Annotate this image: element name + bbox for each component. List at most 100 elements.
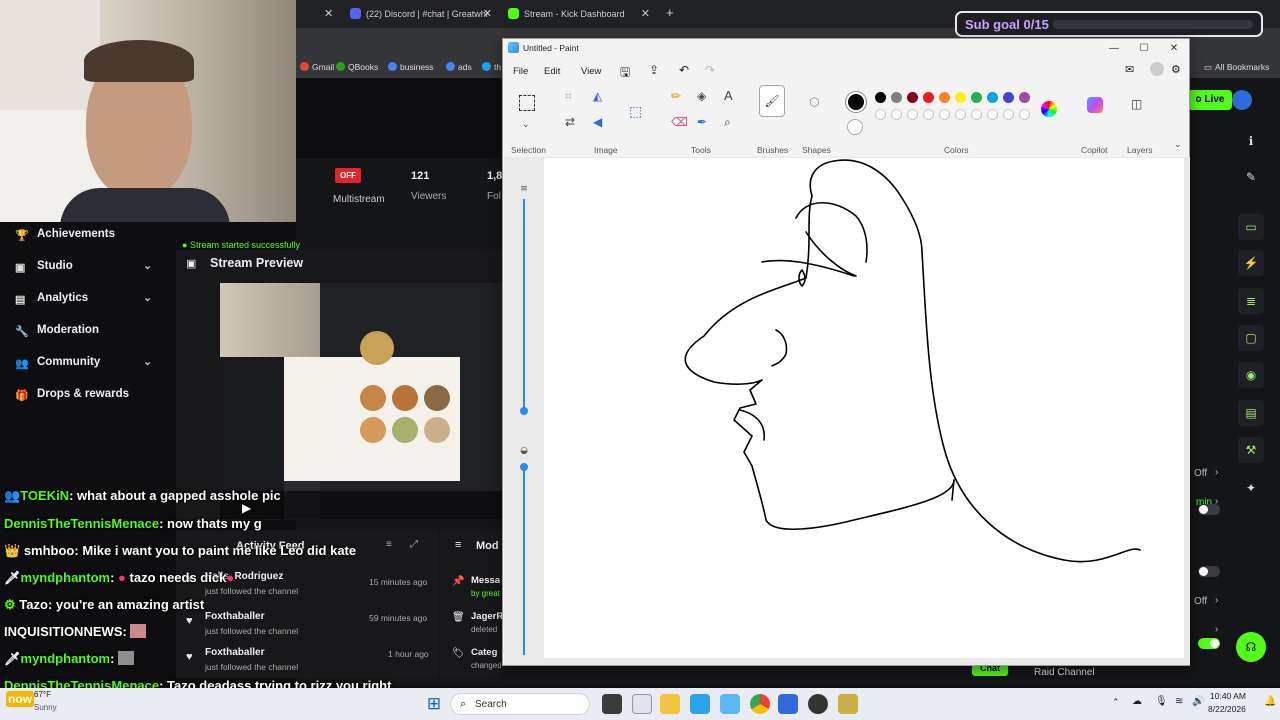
clock-date[interactable]: 8/22/2026 xyxy=(1208,704,1246,714)
wrench-icon[interactable]: ⚒ xyxy=(1238,437,1264,463)
color-swatch[interactable] xyxy=(939,92,950,103)
tab-discord[interactable]: (22) Discord | #chat | Greatwhi ✕ xyxy=(350,4,492,26)
color-swatch[interactable] xyxy=(971,92,982,103)
resize-icon[interactable]: ◭ xyxy=(593,89,602,103)
notification-icon[interactable]: 🔔 xyxy=(1264,696,1276,707)
color-swatch[interactable] xyxy=(923,92,934,103)
windows-start-icon[interactable]: ⊞ xyxy=(424,694,444,714)
close-icon[interactable]: ✕ xyxy=(641,4,650,24)
color-swatch[interactable] xyxy=(907,92,918,103)
app-icon[interactable] xyxy=(838,694,858,714)
selection-icon[interactable] xyxy=(519,95,535,111)
go-live-button[interactable]: o Live xyxy=(1188,90,1232,110)
puzzle-icon[interactable]: ✦ xyxy=(1238,475,1264,501)
color-swatch[interactable] xyxy=(907,109,918,120)
pencil-icon[interactable]: ✏ xyxy=(671,89,681,103)
active-color-swatch[interactable] xyxy=(846,92,866,112)
edit-icon[interactable]: ✎ xyxy=(1238,164,1264,190)
cloud-icon[interactable]: ☁ xyxy=(1132,696,1142,707)
color-swatch[interactable] xyxy=(1003,109,1014,120)
color-swatch[interactable] xyxy=(891,92,902,103)
close-icon[interactable]: ✕ xyxy=(1159,40,1189,58)
chevron-down-icon[interactable]: ⌄ xyxy=(522,119,530,130)
text-icon[interactable]: A xyxy=(724,88,733,103)
chevron-right-icon[interactable]: › xyxy=(1215,467,1218,478)
color-swatch[interactable] xyxy=(987,109,998,120)
brush-size-slider[interactable]: ≡ ◒ xyxy=(518,177,530,657)
bookmark-ads[interactable]: ads xyxy=(446,62,472,72)
color-swatch[interactable] xyxy=(939,109,950,120)
image-background-icon[interactable]: ⬚ xyxy=(629,103,642,120)
fill-icon[interactable]: ◈ xyxy=(697,89,706,103)
crop-icon[interactable]: ⌗ xyxy=(565,89,572,104)
menu-view[interactable]: View xyxy=(581,66,601,77)
tab-close-icon[interactable]: ✕ xyxy=(324,4,333,26)
color-swatch[interactable] xyxy=(987,92,998,103)
wifi-icon[interactable]: ≋ xyxy=(1175,696,1183,707)
chevron-up-icon[interactable]: ⌃ xyxy=(1112,697,1120,708)
redo-icon[interactable]: ↷ xyxy=(705,63,715,77)
chevron-down-icon[interactable]: ⌄ xyxy=(1174,139,1182,150)
toggle-switch-on[interactable] xyxy=(1198,638,1220,649)
color-swatch[interactable] xyxy=(955,109,966,120)
sidebar-item-community[interactable]: 👥 Community ⌄ xyxy=(0,350,172,378)
chrome-icon[interactable] xyxy=(750,694,770,714)
chat-icon[interactable]: ▢ xyxy=(1238,325,1264,351)
bookmark-gmail[interactable]: Gmail xyxy=(300,62,334,72)
avatar[interactable] xyxy=(1232,90,1252,110)
widgets-icon[interactable] xyxy=(632,694,652,714)
gear-icon[interactable]: ⚙ xyxy=(1171,63,1181,76)
chevron-down-icon[interactable]: ⌄ xyxy=(143,291,152,304)
account-icon[interactable] xyxy=(1150,62,1164,76)
toggle-switch[interactable] xyxy=(1198,504,1220,515)
layers-icon[interactable]: ◫ xyxy=(1131,97,1142,111)
feedback-icon[interactable]: ✉ xyxy=(1125,63,1134,76)
paint-taskbar-icon[interactable] xyxy=(720,694,740,714)
magnifier-icon[interactable]: ⌕ xyxy=(724,115,731,130)
task-view-icon[interactable] xyxy=(602,694,622,714)
toggle-switch[interactable] xyxy=(1198,566,1220,577)
close-icon[interactable]: ✕ xyxy=(483,4,492,24)
layers-icon[interactable]: ▤ xyxy=(1238,400,1264,426)
headset-icon[interactable]: ☊ xyxy=(1236,632,1266,662)
stream-preview-video[interactable]: ▶ xyxy=(220,283,502,519)
color-swatch[interactable] xyxy=(1019,109,1030,120)
raid-channel-label[interactable]: Raid Channel xyxy=(1034,667,1095,678)
color-swatch[interactable] xyxy=(891,109,902,120)
bookmark-qbooks[interactable]: QBooks xyxy=(336,62,378,72)
clock-time[interactable]: 10:40 AM xyxy=(1210,691,1246,701)
obs-icon[interactable] xyxy=(808,694,828,714)
paint-canvas[interactable] xyxy=(544,158,1184,658)
sidebar-item-drops-rewards[interactable]: 🎁 Drops & rewards xyxy=(0,382,172,410)
save-icon[interactable]: 🖫 xyxy=(620,63,630,84)
sidebar-item-analytics[interactable]: ▤ Analytics ⌄ xyxy=(0,286,172,314)
minimize-icon[interactable]: — xyxy=(1099,40,1129,58)
sidebar-item-moderation[interactable]: 🔧 Moderation xyxy=(0,318,172,346)
color-swatch[interactable] xyxy=(1019,92,1030,103)
card-icon[interactable]: ▭ xyxy=(1238,214,1264,240)
broadcast-icon[interactable]: ◉ xyxy=(1238,362,1264,388)
sidebar-item-studio[interactable]: ▣ Studio ⌄ xyxy=(0,254,172,282)
undo-icon[interactable]: ↶ xyxy=(679,63,689,77)
color-swatch[interactable] xyxy=(923,109,934,120)
color-swatch[interactable] xyxy=(955,92,966,103)
color-wheel-icon[interactable] xyxy=(1041,101,1057,117)
chevron-right-icon[interactable]: › xyxy=(1215,595,1218,606)
menu-edit[interactable]: Edit xyxy=(544,66,560,77)
eraser-icon[interactable]: ⌫ xyxy=(671,115,688,129)
new-tab-icon[interactable]: + xyxy=(666,4,674,26)
app-icon[interactable] xyxy=(778,694,798,714)
file-explorer-icon[interactable] xyxy=(660,694,680,714)
lightning-icon[interactable]: ⚡ xyxy=(1238,250,1264,276)
microphone-icon[interactable]: 🎙 xyxy=(1155,696,1168,707)
calculator-icon[interactable] xyxy=(690,694,710,714)
tab-kick-dashboard[interactable]: Stream - Kick Dashboard ✕ xyxy=(508,4,650,26)
brush-icon[interactable]: 🖌 xyxy=(759,85,785,117)
taskbar-search[interactable]: ⌕ Search xyxy=(450,693,590,715)
maximize-icon[interactable]: ☐ xyxy=(1129,40,1159,58)
shapes-icon[interactable]: ⬡ xyxy=(809,95,819,109)
rotate-icon[interactable]: ⇄ xyxy=(565,115,575,129)
color-picker-icon[interactable]: ✒ xyxy=(697,115,707,129)
sidebar-item-achievements[interactable]: 🏆 Achievements xyxy=(0,222,172,250)
info-icon[interactable]: ℹ xyxy=(1238,128,1264,154)
